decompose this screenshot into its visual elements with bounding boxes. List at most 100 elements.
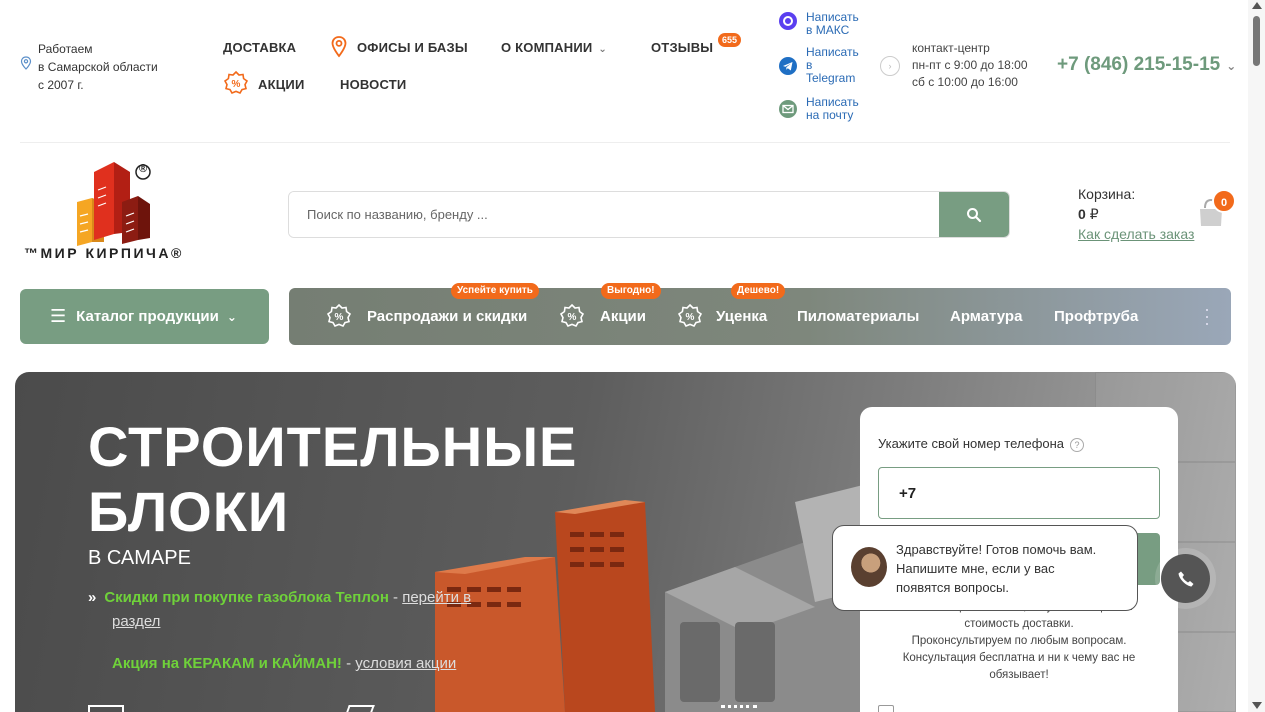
nav-profile-pipe[interactable]: Профтруба: [1054, 308, 1138, 325]
feature-icon: [345, 705, 375, 712]
markdown-icon: %: [677, 303, 703, 327]
work-region-info: Работаем в Самарской области с 2007 г.: [20, 40, 158, 94]
go-to-section-link[interactable]: перейти в: [402, 589, 471, 606]
contact-saturday-hours: сб с 10:00 до 16:00: [912, 75, 1018, 89]
location-pin-icon: [331, 36, 347, 58]
cart-count-badge: 0: [1212, 189, 1236, 213]
hero-title: СТРОИТЕЛЬНЫЕ БЛОКИ: [88, 414, 577, 544]
nav-promos-link[interactable]: АКЦИИ: [258, 77, 305, 92]
feature-icon: [88, 705, 124, 712]
telegram-icon[interactable]: [779, 57, 797, 75]
tag-hurry-buy: Успейте купить: [451, 283, 539, 299]
form-note-line2: стоимость доставки.: [964, 618, 1074, 630]
top-bar: Работаем в Самарской области с 2007 г. Д…: [0, 0, 1248, 140]
write-max-link[interactable]: Написать в МАКС: [806, 11, 859, 37]
divider: [20, 142, 1230, 143]
brick-buildings-logo-icon: [77, 162, 151, 246]
page-scrollbar[interactable]: [1248, 0, 1265, 712]
catalog-label: Каталог продукции: [76, 308, 219, 325]
phone-icon: [1178, 571, 1193, 586]
work-line-1: Работаем: [38, 42, 93, 56]
cart-currency: ₽: [1089, 206, 1099, 222]
write-telegram-link[interactable]: Написать в Telegram: [806, 46, 859, 85]
form-note-line5: обязывает!: [989, 669, 1049, 681]
svg-text:%: %: [686, 312, 695, 323]
discount-down-icon: %: [559, 303, 585, 327]
work-line-2: в Самарской области: [38, 60, 158, 74]
mail-icon[interactable]: [779, 100, 797, 118]
cart-label: Корзина:: [1078, 186, 1136, 202]
nav-news-link[interactable]: НОВОСТИ: [340, 77, 406, 92]
chat-greeting-text: Здравствуйте! Готов помочь вам. Напишите…: [896, 540, 1126, 597]
help-icon[interactable]: ?: [1070, 438, 1085, 452]
nav-promotions[interactable]: Акции: [600, 308, 646, 325]
hero-subtitle: В САМАРЕ: [88, 547, 191, 569]
chat-line1: Здравствуйте! Готов помочь вам.: [896, 542, 1097, 557]
max-messenger-icon[interactable]: [779, 12, 797, 30]
chat-greeting-bubble[interactable]: Здравствуйте! Готов помочь вам. Напишите…: [832, 525, 1138, 611]
contact-center-info: › контакт-центр пн-пт с 9:00 до 18:00 сб…: [880, 40, 1028, 91]
nav-sales-discounts[interactable]: Распродажи и скидки: [367, 308, 527, 325]
svg-text:%: %: [232, 79, 241, 90]
double-chevron-right-icon: »: [88, 589, 97, 606]
hero-promo-gasblock: » Скидки при покупке газоблока Теплон - п…: [88, 586, 558, 634]
hero-promo-gasblock-dash: -: [388, 589, 403, 606]
write-email-line2: на почту: [806, 108, 854, 122]
write-telegram-line1: Написать: [806, 45, 859, 59]
hero-promo-kerakam-text: Акция на КЕРАКАМ и КАЙМАН!: [112, 655, 342, 672]
hero-title-line1: СТРОИТЕЛЬНЫЕ: [88, 415, 578, 478]
catalog-button[interactable]: ☰ Каталог продукции ⌄: [20, 289, 269, 344]
consultant-avatar: [851, 547, 887, 587]
chat-line2: Напишите мне, если у вас: [896, 561, 1055, 576]
phone-input[interactable]: +7: [878, 467, 1160, 519]
hero-title-line2: БЛОКИ: [88, 480, 290, 543]
hero-promo-gasblock-text: Скидки при покупке газоблока Теплон: [104, 589, 389, 606]
call-button[interactable]: [1161, 554, 1210, 603]
write-max-line2: в МАКС: [806, 23, 850, 37]
search-button[interactable]: [939, 192, 1009, 237]
chevron-down-icon: ⌄: [226, 309, 237, 324]
more-menu-icon[interactable]: · · ·: [1204, 300, 1210, 332]
search-icon: [967, 207, 982, 222]
contact-weekday-hours: пн-пт с 9:00 до 18:00: [912, 58, 1028, 72]
phone-number: +7 (846) 215-15-15: [1057, 54, 1221, 75]
cart-amount: 0: [1078, 206, 1086, 222]
phone-number-link[interactable]: +7 (846) 215-15-15 ⌄: [1057, 54, 1236, 76]
search-input[interactable]: [289, 192, 939, 237]
discount-badge-icon: %: [326, 303, 352, 327]
location-pin-icon: [20, 56, 32, 70]
form-note-line3: Проконсультируем по любым вопросам.: [911, 635, 1127, 647]
nav-markdown[interactable]: Уценка: [716, 308, 767, 325]
nav-offices-link[interactable]: ОФИСЫ И БАЗЫ: [357, 40, 468, 55]
go-to-section-link-cont[interactable]: раздел: [112, 613, 160, 630]
svg-text:%: %: [335, 312, 344, 323]
category-nav-bar: % Успейте купить Распродажи и скидки % В…: [289, 283, 1231, 345]
tag-profitable: Выгодно!: [601, 283, 661, 299]
chevron-down-icon: ⌄: [1226, 59, 1237, 73]
scroll-up-arrow-icon[interactable]: [1252, 2, 1262, 9]
form-note: Мы сообщим наличие, актуальные цены и ст…: [874, 599, 1164, 684]
phone-field-label-text: Укажите свой номер телефона: [878, 436, 1065, 451]
nav-reviews-link[interactable]: ОТЗЫВЫ: [651, 40, 713, 55]
feature-icon: [721, 705, 757, 712]
promo-terms-link[interactable]: условия акции: [355, 655, 456, 672]
how-to-order-link[interactable]: Как сделать заказ: [1078, 226, 1194, 242]
discount-badge-icon: %: [223, 70, 249, 94]
work-line-3: с 2007 г.: [38, 78, 84, 92]
scroll-thumb[interactable]: [1253, 16, 1260, 66]
form-note-line4: Консультация бесплатна и ни к чему вас н…: [902, 652, 1136, 664]
nav-lumber[interactable]: Пиломатериалы: [797, 308, 919, 325]
write-email-link[interactable]: Написать на почту: [806, 96, 859, 122]
nav-rebar[interactable]: Арматура: [950, 308, 1022, 325]
contact-center-title: контакт-центр: [912, 41, 990, 55]
scroll-down-arrow-icon[interactable]: [1252, 702, 1262, 709]
clock-icon: ›: [880, 56, 900, 76]
tag-cheap: Дешево!: [731, 283, 786, 299]
write-telegram-line3: Telegram: [806, 71, 856, 85]
chat-line3: появятся вопросы.: [896, 580, 1010, 595]
hero-promo-kerakam-dash: -: [341, 655, 356, 672]
nav-delivery-link[interactable]: ДОСТАВКА: [223, 40, 296, 55]
nav-about-link[interactable]: О КОМПАНИИ ⌄: [501, 40, 607, 55]
consent-checkbox[interactable]: [878, 705, 894, 712]
reviews-count-badge: 655: [718, 33, 742, 47]
